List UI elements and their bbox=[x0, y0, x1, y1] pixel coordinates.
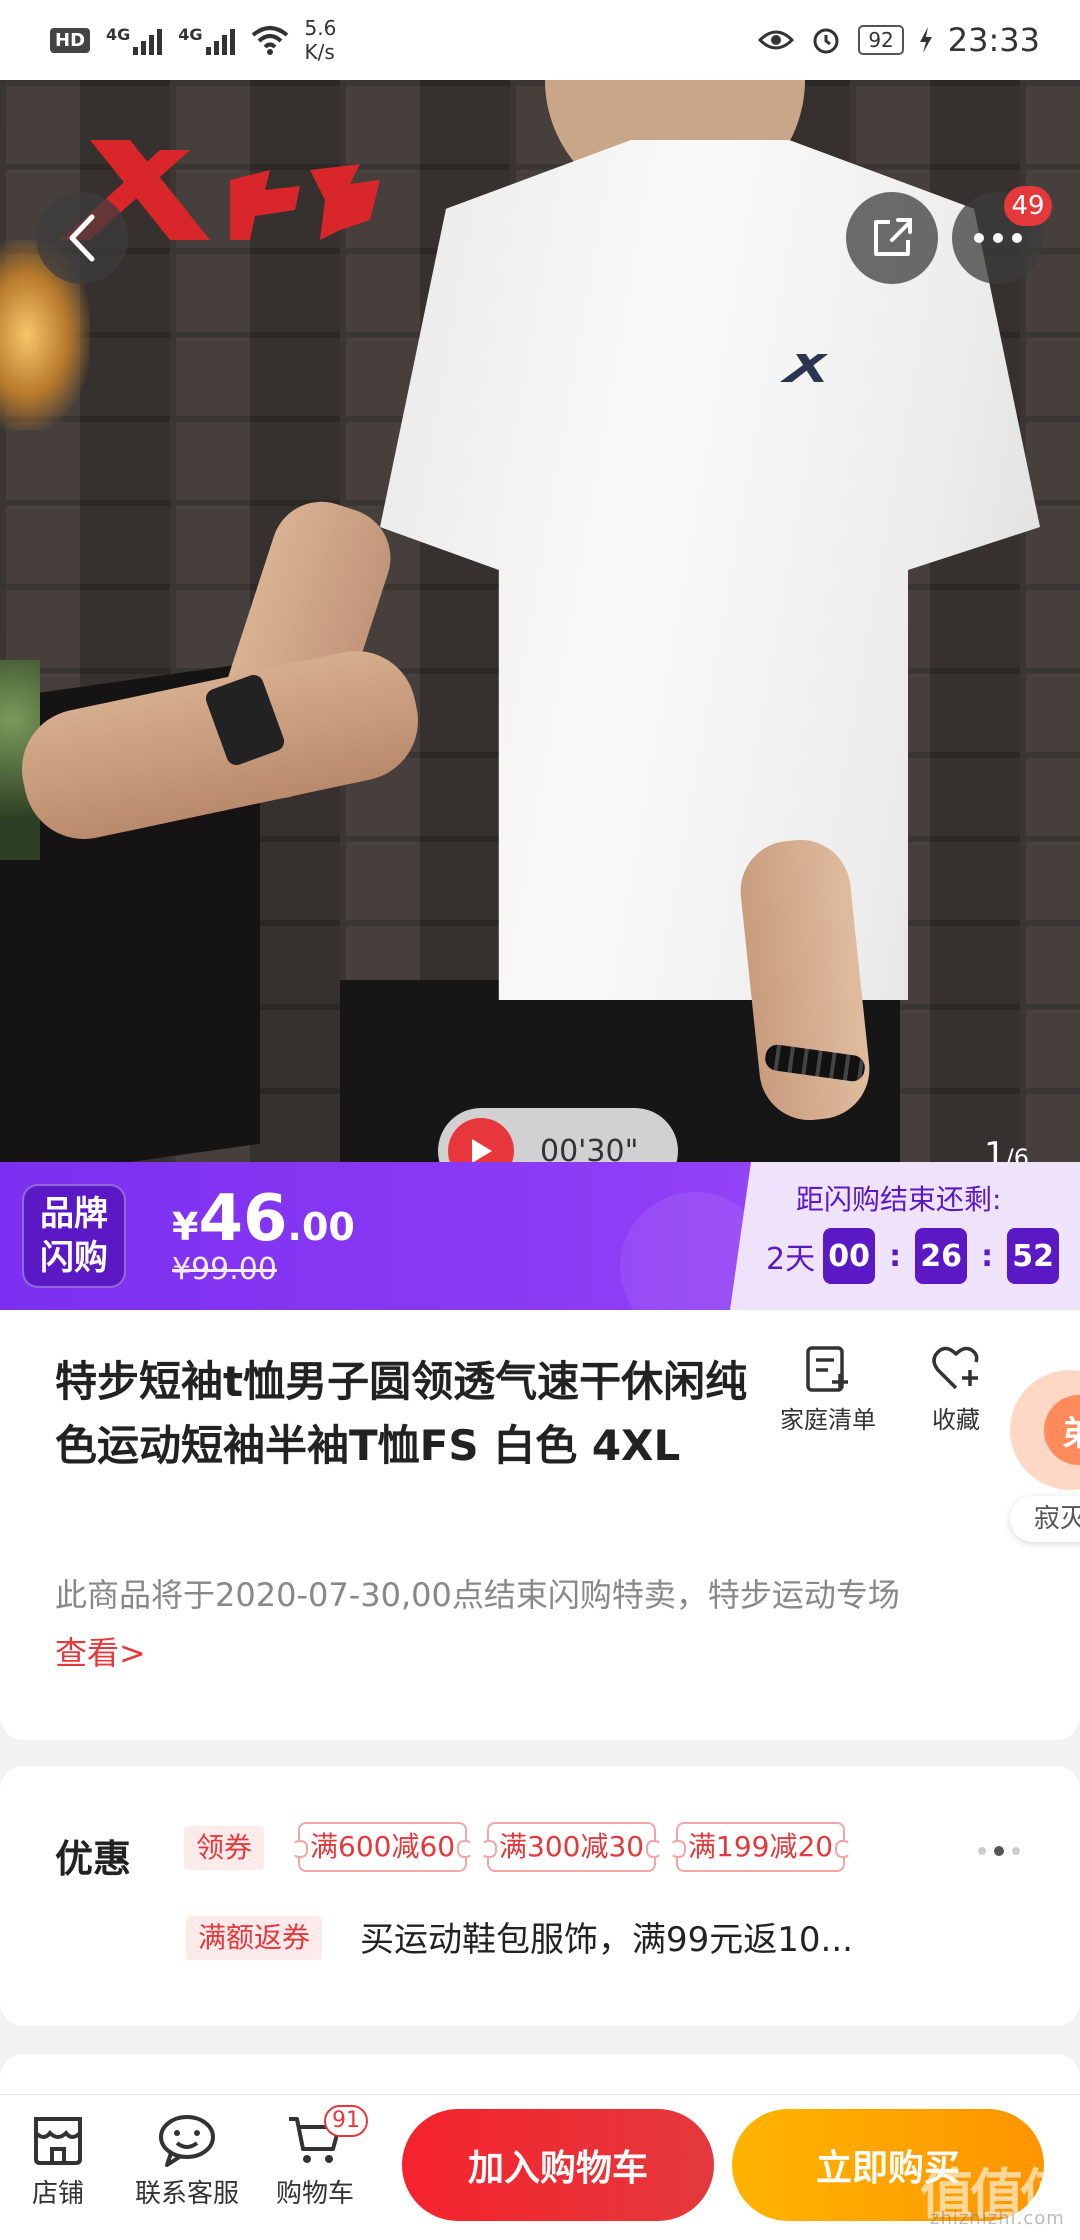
network-speed-value: 5.6 bbox=[304, 16, 337, 40]
status-left: HD 4G 4G 5.6 K/s bbox=[50, 16, 336, 64]
clock: 23:33 bbox=[947, 21, 1040, 59]
countdown-label: 距闪购结束还剩: bbox=[796, 1183, 1002, 1216]
floating-promo-label[interactable]: 寂灭 bbox=[1010, 1496, 1080, 1542]
countdown-separator: : bbox=[981, 1238, 994, 1274]
badge-line-1: 品牌 bbox=[40, 1194, 108, 1234]
cashback-coupon-tag: 满额返券 bbox=[186, 1916, 323, 1960]
more-dots-icon bbox=[974, 233, 1022, 243]
signal-strength-icon: 4G bbox=[106, 25, 163, 55]
network-type-label: 4G bbox=[106, 25, 131, 44]
video-duration: 00'30" bbox=[540, 1133, 639, 1163]
add-to-list-icon bbox=[806, 1346, 848, 1392]
charging-icon bbox=[919, 27, 932, 53]
network-speed-unit: K/s bbox=[304, 40, 335, 64]
promotions-card[interactable]: 优惠 领券 满600减60 满300减30 满199减20 满额返券 买运动鞋包… bbox=[0, 1766, 1080, 2026]
family-list-label: 家庭清单 bbox=[780, 1406, 876, 1434]
add-to-cart-button[interactable]: 加入购物车 bbox=[402, 2109, 714, 2221]
cart-count-badge: 91 bbox=[324, 2105, 368, 2137]
network-speed: 5.6 K/s bbox=[305, 16, 337, 64]
alarm-icon bbox=[813, 28, 839, 54]
currency-symbol: ¥ bbox=[172, 1205, 199, 1249]
brand-flash-sale-badge: 品牌 闪购 bbox=[22, 1184, 126, 1288]
product-image-gallery[interactable]: 49 00'30" 1/6 bbox=[0, 80, 1080, 1162]
price-integer: 46 bbox=[198, 1182, 288, 1256]
hd-indicator: HD bbox=[50, 27, 91, 53]
bottom-action-bar: 店铺 联系客服 91 购物车 加入购物车 立即购买 bbox=[0, 2094, 1080, 2240]
more-dots-icon[interactable] bbox=[978, 1846, 1020, 1856]
back-button[interactable] bbox=[36, 192, 128, 284]
status-right: 92 23:33 bbox=[758, 21, 1040, 59]
product-detail-page: HD 4G 4G 5.6 K/s 92 23:33 49 00'30" 1/6 … bbox=[0, 0, 1080, 2240]
video-play-button[interactable]: 00'30" bbox=[438, 1108, 678, 1162]
cart-button[interactable]: 91 购物车 bbox=[276, 2105, 368, 2210]
shop-button[interactable]: 店铺 bbox=[30, 2113, 86, 2210]
view-more-link[interactable]: 查看> bbox=[55, 1628, 146, 1674]
badge-line-2: 闪购 bbox=[40, 1238, 108, 1278]
share-button[interactable] bbox=[846, 192, 938, 284]
countdown-days: 2天 bbox=[766, 1242, 816, 1277]
promotions-title: 优惠 bbox=[55, 1837, 132, 1881]
play-icon bbox=[448, 1118, 514, 1162]
countdown-seconds: 52 bbox=[1007, 1228, 1060, 1284]
coupon-chip[interactable]: 满199减20 bbox=[669, 1822, 852, 1872]
price-decimal: .00 bbox=[287, 1205, 355, 1249]
coupon-chip[interactable]: 满300减30 bbox=[480, 1822, 663, 1872]
family-list-button[interactable]: 家庭清单 bbox=[780, 1344, 876, 1435]
customer-service-button[interactable]: 联系客服 bbox=[135, 2113, 239, 2210]
customer-service-label: 联系客服 bbox=[135, 2179, 240, 2209]
countdown-hours: 00 bbox=[823, 1228, 876, 1284]
pager-current: 1 bbox=[984, 1135, 1006, 1162]
pager-total: /6 bbox=[1005, 1144, 1029, 1162]
wifi-icon bbox=[251, 26, 288, 55]
get-coupon-tag: 领券 bbox=[184, 1826, 265, 1870]
product-title: 特步短袖t恤男子圆领透气速干休闲纯色运动短袖半袖T恤FS 白色 4XL bbox=[55, 1357, 748, 1470]
countdown-minutes: 26 bbox=[915, 1228, 968, 1284]
eye-comfort-icon bbox=[758, 30, 795, 50]
store-icon bbox=[34, 2117, 82, 2165]
countdown-timer: 2天 00 : 26 : 52 bbox=[766, 1228, 1060, 1284]
original-price: ¥99.00 bbox=[172, 1252, 277, 1287]
cart-label: 购物车 bbox=[276, 2179, 355, 2209]
heart-plus-icon bbox=[932, 1346, 979, 1390]
chevron-left-icon bbox=[69, 214, 95, 262]
network-type-label-2: 4G bbox=[178, 25, 203, 44]
status-bar: HD 4G 4G 5.6 K/s 92 23:33 bbox=[0, 0, 1080, 80]
share-icon bbox=[874, 218, 912, 256]
buy-now-button[interactable]: 立即购买 bbox=[732, 2109, 1044, 2221]
image-pager: 1/6 bbox=[984, 1135, 1029, 1162]
floating-promo-char: 弟 bbox=[1044, 1395, 1080, 1465]
chat-smile-icon bbox=[159, 2115, 215, 2167]
signal-strength-icon-2: 4G bbox=[178, 25, 235, 55]
battery-indicator: 92 bbox=[858, 25, 904, 55]
message-count-badge: 49 bbox=[1004, 186, 1052, 226]
favorite-label: 收藏 bbox=[932, 1406, 980, 1434]
countdown-separator: : bbox=[889, 1238, 902, 1274]
sale-price: ¥46.00 bbox=[172, 1182, 355, 1256]
flash-sale-banner: 品牌 闪购 ¥46.00 ¥99.00 距闪购结束还剩: 2天 00 : 26 … bbox=[0, 1162, 1080, 1310]
xtep-chest-logo-icon bbox=[780, 354, 828, 382]
shop-label: 店铺 bbox=[31, 2179, 84, 2209]
product-info-card: 特步短袖t恤男子圆领透气速干休闲纯色运动短袖半袖T恤FS 白色 4XL 家庭清单… bbox=[0, 1310, 1080, 1740]
cashback-description: 买运动鞋包服饰，满99元返10... bbox=[360, 1920, 853, 1960]
more-options-button[interactable]: 49 bbox=[952, 186, 1052, 284]
favorite-button[interactable]: 收藏 bbox=[930, 1344, 982, 1435]
coupon-chip[interactable]: 满600减60 bbox=[291, 1822, 474, 1872]
flash-sale-notice: 此商品将于2020-07-30,00点结束闪购特卖，特步运动专场 bbox=[55, 1576, 900, 1614]
